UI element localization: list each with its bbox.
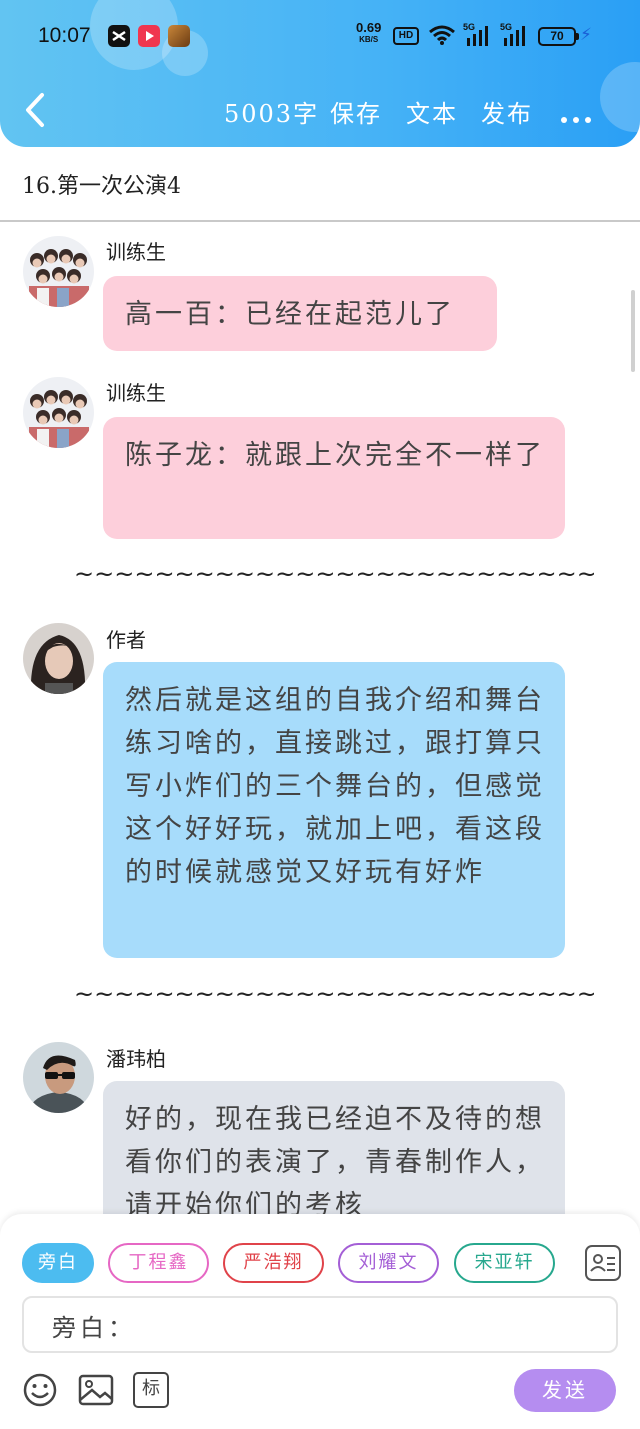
hd-voice-icon: HD <box>393 27 419 45</box>
signal-icon-2: 5G <box>500 22 530 48</box>
tag-icon[interactable]: 标 <box>133 1372 169 1408</box>
message-bubble[interactable]: 陈子龙：就跟上次完全不一样了 <box>103 417 565 539</box>
character-chip[interactable]: 严浩翔 <box>223 1243 324 1283</box>
character-chip[interactable]: 丁程鑫 <box>108 1243 209 1283</box>
signal-icon-1: 5G <box>463 22 493 48</box>
word-count: 5003字 <box>224 100 320 128</box>
charging-icon: ⚡ <box>580 25 592 45</box>
back-arrow-icon[interactable] <box>22 92 48 128</box>
person-avatar[interactable] <box>23 1042 94 1113</box>
separator: ~~~~~~~~~~~~~~~~~~~~~~~~~~~~~~~~~~ <box>74 560 594 588</box>
character-chip[interactable]: 宋亚轩 <box>454 1243 555 1283</box>
contacts-icon[interactable] <box>585 1245 621 1281</box>
sender-name: 训练生 <box>106 240 166 264</box>
message-bubble[interactable]: 然后就是这组的自我介绍和舞台练习啥的，直接跳过，跟打算只写小炸们的三个舞台的，但… <box>103 662 565 958</box>
group-avatar[interactable] <box>23 236 94 307</box>
input-role-label: 旁白： <box>52 1314 136 1342</box>
network-speed: 0.69 KB/S <box>356 20 382 44</box>
separator: ~~~~~~~~~~~~~~~~~~~~~~~~~~~~~~~~~~ <box>74 980 594 1008</box>
video-app-icon <box>138 25 160 47</box>
character-chip-narrator[interactable]: 旁白 <box>22 1243 94 1283</box>
sender-name: 作者 <box>106 628 146 652</box>
author-avatar[interactable] <box>23 623 94 694</box>
scrollbar[interactable] <box>631 290 635 372</box>
divider <box>0 220 640 222</box>
character-chip[interactable]: 刘耀文 <box>338 1243 439 1283</box>
capcut-app-icon <box>108 25 130 47</box>
group-avatar[interactable] <box>23 377 94 448</box>
sender-name: 训练生 <box>106 381 166 405</box>
publish-button[interactable]: 发布 <box>481 94 533 129</box>
emoji-icon[interactable] <box>22 1372 58 1408</box>
status-bar: 10:07 0.69 KB/S HD 5G 5G 70 ⚡ <box>0 0 640 72</box>
text-button[interactable]: 文本 <box>406 94 458 129</box>
save-button[interactable]: 保存 <box>330 94 382 129</box>
app-header: 10:07 0.69 KB/S HD 5G 5G 70 ⚡ 5003字 保存 文… <box>0 0 640 147</box>
wifi-icon <box>429 25 455 45</box>
battery-icon: 70 <box>538 27 579 46</box>
game-app-icon <box>168 25 190 47</box>
status-time: 10:07 <box>38 24 91 47</box>
message-bubble[interactable]: 高一百：已经在起范儿了 <box>103 276 497 351</box>
sender-name: 潘玮柏 <box>106 1047 166 1071</box>
image-icon[interactable] <box>78 1372 114 1408</box>
more-icon[interactable] <box>561 108 597 127</box>
send-button[interactable]: 发送 <box>514 1369 616 1412</box>
chapter-title: 16.第一次公演4 <box>22 174 181 199</box>
header-decoration <box>600 62 640 132</box>
